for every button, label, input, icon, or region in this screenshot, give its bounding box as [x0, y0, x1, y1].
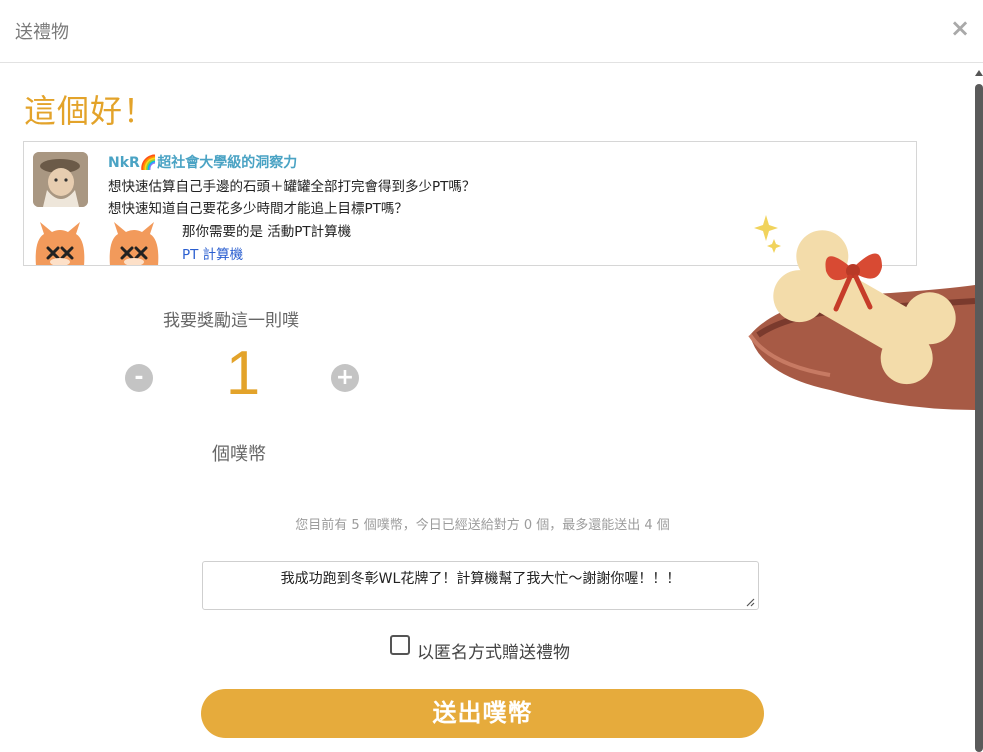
bone-gift-illustration	[748, 215, 975, 410]
plurk-text-line: 想快速知道自己要花多少時間才能追上目標PT嗎？	[108, 201, 408, 217]
message-input[interactable]: 我成功跑到冬彰WL花牌了！計算機幫了我大忙～謝謝你喔！！！	[202, 561, 759, 610]
unit-label: 個噗幣	[212, 444, 266, 465]
anonymous-checkbox[interactable]	[390, 635, 410, 655]
close-icon[interactable]: ×	[949, 14, 971, 42]
dialog-title: 送禮物	[15, 22, 69, 43]
coin-count-value: 1	[225, 339, 261, 408]
headline: 這個好！	[24, 92, 157, 130]
fox-emoticon-icon	[109, 222, 159, 265]
fox-emoticon-icon	[35, 222, 85, 265]
pt-calculator-link[interactable]: PT 計算機	[182, 243, 243, 263]
anonymous-label[interactable]: 以匿名方式贈送禮物	[417, 638, 570, 663]
avatar-image	[33, 152, 88, 207]
dialog-header: 送禮物 ×	[0, 0, 983, 63]
plurk-text-line: 想快速估算自己手邊的石頭＋罐罐全部打完會得到多少PT嗎？	[108, 179, 476, 195]
coin-balance-info: 您目前有 5 個噗幣，今日已經送給對方 0 個，最多還能送出 4 個	[295, 518, 670, 533]
avatar	[33, 152, 88, 207]
scroll-up-arrow-icon[interactable]	[975, 70, 983, 76]
plurk-text-line: 那你需要的是 活動PT計算機	[182, 224, 352, 240]
scrollbar-thumb[interactable]	[975, 84, 983, 752]
plus-icon[interactable]: +	[331, 364, 359, 392]
resize-handle-icon[interactable]	[745, 597, 755, 607]
send-coins-button[interactable]: 送出噗幣	[201, 689, 764, 738]
plurk-author[interactable]: NkR🌈超社會大學級的洞察力	[108, 152, 297, 172]
scrollbar[interactable]	[975, 70, 983, 752]
minus-icon[interactable]: -	[125, 364, 153, 392]
reward-label: 我要獎勵這一則噗	[163, 311, 299, 331]
